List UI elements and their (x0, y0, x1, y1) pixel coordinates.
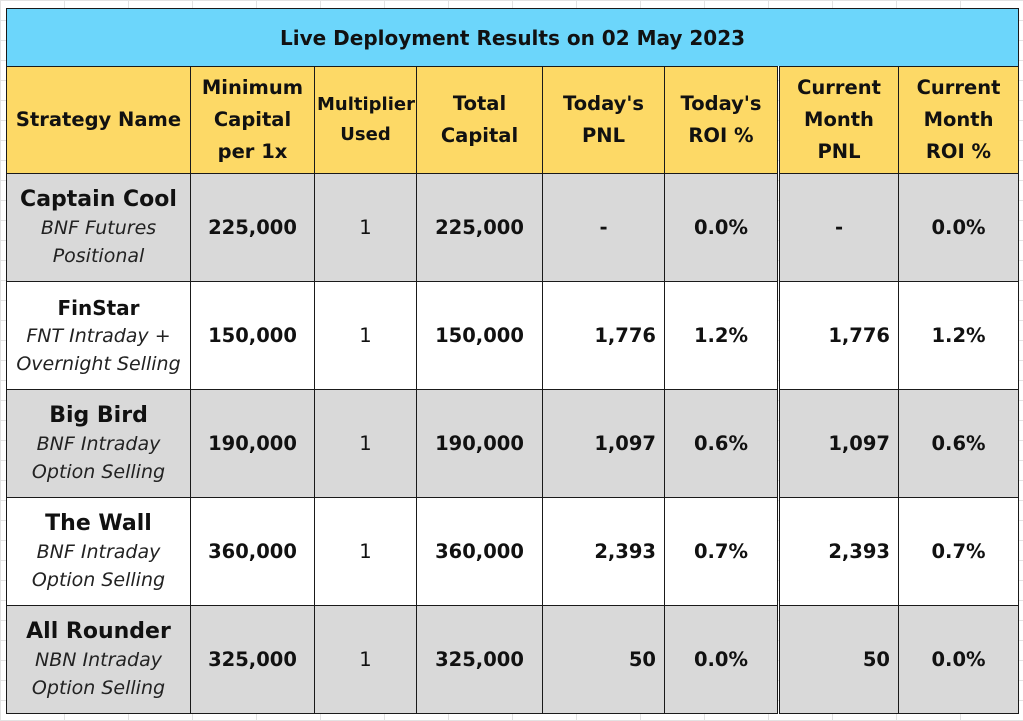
table-row: Captain Cool BNF Futures Positional 225,… (6, 173, 1020, 282)
strategy-desc-line1: BNF Futures (40, 216, 157, 239)
header-month-roi[interactable]: Current Month ROI % (897, 66, 1020, 174)
strategy-name: Big Bird (49, 402, 148, 428)
month-roi-cell[interactable]: 0.0% (897, 173, 1020, 282)
strategy-name: All Rounder (26, 618, 171, 644)
month-pnl-cell[interactable]: 50 (777, 605, 899, 714)
todays-pnl-cell[interactable]: 50 (542, 605, 665, 714)
min-capital-cell[interactable]: 225,000 (190, 173, 315, 282)
multiplier-cell[interactable]: 1 (314, 605, 417, 714)
table-row: FinStar FNT Intraday + Overnight Selling… (6, 281, 1020, 390)
month-pnl-cell[interactable]: - (777, 173, 899, 282)
total-capital-cell[interactable]: 360,000 (416, 497, 543, 606)
todays-pnl-cell[interactable]: 2,393 (542, 497, 665, 606)
min-capital-cell[interactable]: 150,000 (190, 281, 315, 390)
strategy-desc-line1: BNF Intraday (36, 540, 161, 563)
strategy-name: Captain Cool (20, 186, 177, 212)
table-title[interactable]: Live Deployment Results on 02 May 2023 (5, 8, 1020, 67)
table-row: Big Bird BNF Intraday Option Selling 190… (6, 389, 1020, 498)
strategy-desc-line2: Positional (52, 244, 145, 267)
header-todays-roi[interactable]: Today's ROI % (664, 66, 779, 174)
strategy-name-cell[interactable]: Big Bird BNF Intraday Option Selling (6, 389, 191, 498)
multiplier-cell[interactable]: 1 (314, 389, 417, 498)
strategy-desc-line2: Option Selling (31, 568, 166, 591)
strategy-name: FinStar (57, 295, 140, 320)
todays-roi-cell[interactable]: 1.2% (664, 281, 779, 390)
table-row: The Wall BNF Intraday Option Selling 360… (6, 497, 1020, 606)
header-row: Strategy Name Minimum Capital per 1x Mul… (6, 66, 1020, 174)
total-capital-cell[interactable]: 150,000 (416, 281, 543, 390)
strategy-name-cell[interactable]: FinStar FNT Intraday + Overnight Selling (6, 281, 191, 390)
header-month-pnl[interactable]: Current Month PNL (777, 66, 899, 174)
header-strategy-name[interactable]: Strategy Name (6, 66, 191, 174)
todays-pnl-cell[interactable]: - (542, 173, 665, 282)
strategy-name-cell[interactable]: The Wall BNF Intraday Option Selling (6, 497, 191, 606)
strategy-name: The Wall (45, 510, 152, 536)
todays-pnl-cell[interactable]: 1,776 (542, 281, 665, 390)
month-roi-cell[interactable]: 0.0% (897, 605, 1020, 714)
todays-roi-cell[interactable]: 0.0% (664, 173, 779, 282)
multiplier-cell[interactable]: 1 (314, 497, 417, 606)
table-row: All Rounder NBN Intraday Option Selling … (6, 605, 1020, 714)
strategy-desc-line1: NBN Intraday (35, 648, 162, 671)
todays-roi-cell[interactable]: 0.6% (664, 389, 779, 498)
strategy-desc-line1: BNF Intraday (36, 432, 161, 455)
strategy-name-cell[interactable]: Captain Cool BNF Futures Positional (6, 173, 191, 282)
total-capital-cell[interactable]: 325,000 (416, 605, 543, 714)
strategy-desc-line1: FNT Intraday + (26, 324, 171, 347)
min-capital-cell[interactable]: 360,000 (190, 497, 315, 606)
todays-roi-cell[interactable]: 0.0% (664, 605, 779, 714)
month-pnl-cell[interactable]: 2,393 (777, 497, 899, 606)
multiplier-cell[interactable]: 1 (314, 281, 417, 390)
todays-roi-cell[interactable]: 0.7% (664, 497, 779, 606)
strategy-desc-line2: Option Selling (31, 460, 166, 483)
month-roi-cell[interactable]: 0.7% (897, 497, 1020, 606)
total-capital-cell[interactable]: 225,000 (416, 173, 543, 282)
strategy-name-cell[interactable]: All Rounder NBN Intraday Option Selling (6, 605, 191, 714)
header-min-capital[interactable]: Minimum Capital per 1x (190, 66, 315, 174)
min-capital-cell[interactable]: 190,000 (190, 389, 315, 498)
strategy-desc-line2: Option Selling (31, 676, 166, 699)
month-pnl-cell[interactable]: 1,097 (777, 389, 899, 498)
month-pnl-cell[interactable]: 1,776 (777, 281, 899, 390)
todays-pnl-cell[interactable]: 1,097 (542, 389, 665, 498)
month-roi-cell[interactable]: 0.6% (897, 389, 1020, 498)
header-total-capital[interactable]: Total Capital (416, 66, 543, 174)
header-multiplier[interactable]: Multiplier Used (314, 66, 417, 174)
total-capital-cell[interactable]: 190,000 (416, 389, 543, 498)
min-capital-cell[interactable]: 325,000 (190, 605, 315, 714)
month-roi-cell[interactable]: 1.2% (897, 281, 1020, 390)
multiplier-cell[interactable]: 1 (314, 173, 417, 282)
header-todays-pnl[interactable]: Today's PNL (542, 66, 665, 174)
results-table: Live Deployment Results on 02 May 2023 S… (5, 8, 1020, 714)
strategy-desc-line2: Overnight Selling (16, 352, 181, 375)
